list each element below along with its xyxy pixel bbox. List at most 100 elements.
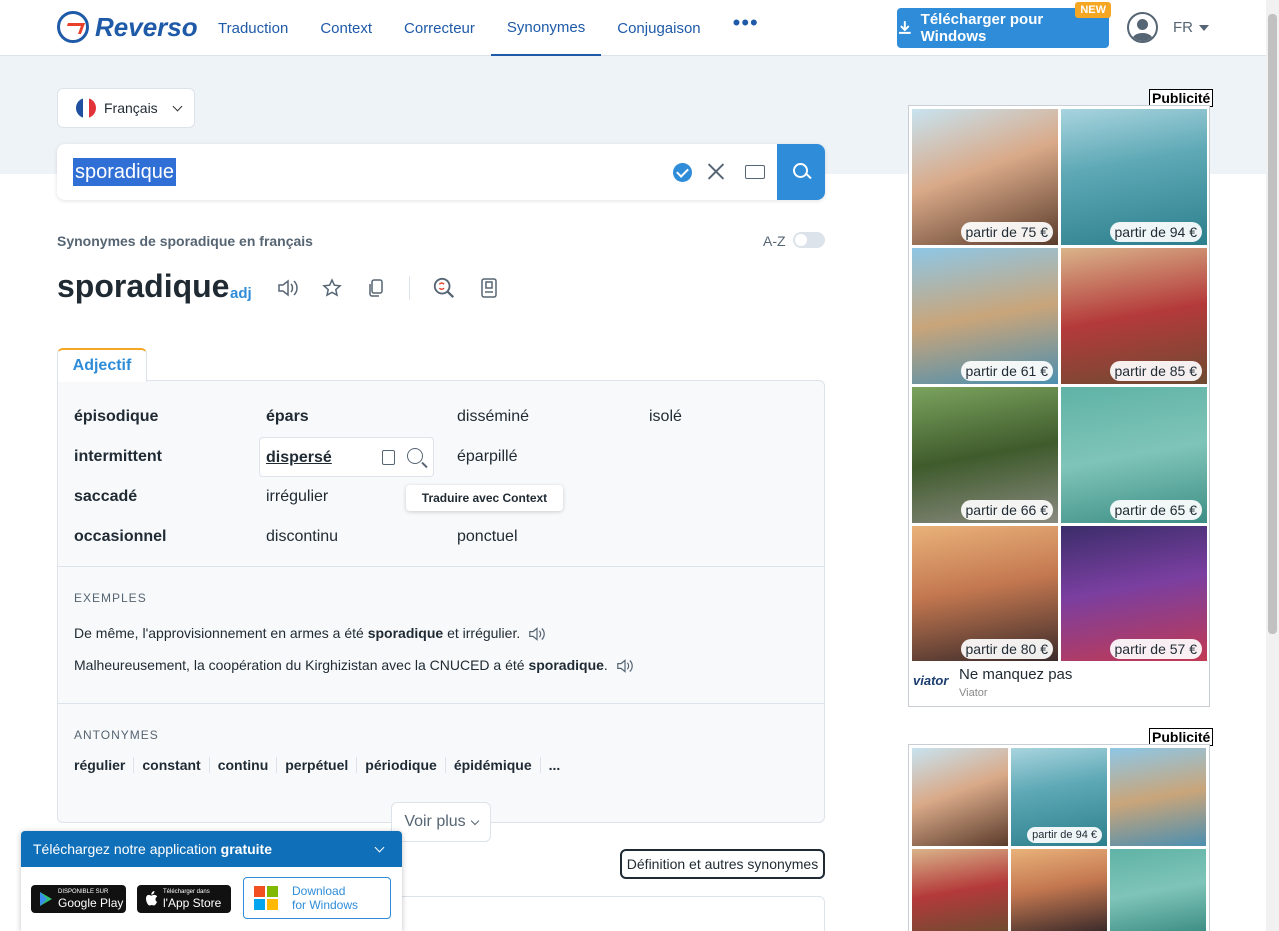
source-language-select[interactable]: Français <box>57 88 195 128</box>
ad-tile[interactable]: partir de 80 € <box>912 526 1058 662</box>
synonym-item[interactable]: irrégulier <box>266 488 328 506</box>
app-banner-title-bold: gratuite <box>220 841 273 857</box>
apple-icon <box>146 891 158 906</box>
ad-banner[interactable]: ▷✕ partir de 75 € partir de 94 € partir … <box>908 105 1210 707</box>
source-language-label: Français <box>104 100 158 116</box>
app-banner-header[interactable]: Téléchargez notre application gratuite <box>21 831 402 867</box>
context-search-icon[interactable] <box>432 276 456 300</box>
ad-price: partir de 65 € <box>1109 500 1202 520</box>
ad-tile[interactable]: partir de 94 € <box>1011 748 1107 846</box>
chevron-down-icon[interactable] <box>374 842 385 853</box>
app-banner-title: Téléchargez notre application <box>33 841 217 857</box>
nav-correcteur[interactable]: Correcteur <box>388 0 491 56</box>
chevron-down-icon <box>470 816 479 825</box>
search-button[interactable] <box>777 144 825 200</box>
nav-conjugaison[interactable]: Conjugaison <box>601 0 716 56</box>
voir-plus-label: Voir plus <box>404 813 466 830</box>
speaker-icon[interactable] <box>276 276 300 300</box>
nav-more-icon[interactable]: ••• <box>717 0 775 56</box>
app-store-button[interactable]: Télécharger dans l'App Store <box>137 885 231 913</box>
synonym-item[interactable]: saccadé <box>74 488 137 506</box>
antonym-more[interactable]: ... <box>539 757 569 773</box>
synonym-item[interactable]: épars <box>266 408 309 426</box>
reverso-logo[interactable]: Reverso <box>57 11 198 43</box>
part-of-speech[interactable]: adj <box>230 285 252 302</box>
next-section-card <box>395 896 825 931</box>
scrollbar-thumb[interactable] <box>1268 14 1277 634</box>
keyboard-icon[interactable] <box>745 165 765 179</box>
antonym-item[interactable]: perpétuel <box>276 757 356 773</box>
copy-icon[interactable] <box>382 450 395 465</box>
windows-line2: for Windows <box>292 898 359 912</box>
antonym-item[interactable]: périodique <box>356 757 445 773</box>
ad-tile[interactable] <box>1011 849 1107 931</box>
ad-brand: Viator <box>959 687 988 699</box>
definition-button[interactable]: Définition et autres synonymes <box>620 849 825 879</box>
ad-tile[interactable]: partir de 65 € <box>1061 387 1207 523</box>
synonym-item[interactable]: discontinu <box>266 528 338 546</box>
ad-tile[interactable] <box>1110 748 1206 846</box>
synonym-item[interactable]: disséminé <box>457 408 529 426</box>
divider <box>58 703 824 704</box>
clear-icon[interactable] <box>707 162 725 180</box>
google-play-button[interactable]: DISPONIBLE SUR Google Play <box>31 885 126 913</box>
az-sort-toggle[interactable] <box>793 232 825 248</box>
ad-tile[interactable]: partir de 57 € <box>1061 526 1207 662</box>
nav-traduction[interactable]: Traduction <box>202 0 304 56</box>
synonym-item[interactable]: dispersé <box>266 449 332 467</box>
download-windows-button[interactable]: Télécharger pour Windows NEW <box>897 2 1111 48</box>
ad-banner[interactable]: ▷✕ partir de 94 € <box>908 744 1210 931</box>
ad-tile[interactable] <box>1110 849 1206 931</box>
ad-tile[interactable]: partir de 66 € <box>912 387 1058 523</box>
context-tooltip: Traduire avec Context <box>406 485 563 511</box>
synonym-hover-card[interactable]: dispersé <box>259 437 434 477</box>
ad-price: partir de 61 € <box>960 361 1053 381</box>
google-play-icon <box>40 892 52 906</box>
voir-plus-button[interactable]: Voir plus <box>391 802 491 842</box>
context-search-icon[interactable] <box>407 448 423 464</box>
synonym-item[interactable]: isolé <box>649 408 682 426</box>
search-input[interactable]: sporadique <box>73 158 176 186</box>
example-highlight: sporadique <box>367 625 444 641</box>
ad-price: partir de 75 € <box>960 222 1053 242</box>
synonym-item[interactable]: intermittent <box>74 448 162 466</box>
dictionary-icon[interactable] <box>477 276 501 300</box>
synonym-item[interactable]: occasionnel <box>74 528 166 546</box>
synonym-item[interactable]: épisodique <box>74 408 158 426</box>
download-windows-app-button[interactable]: Download for Windows <box>243 877 391 919</box>
speaker-icon[interactable] <box>616 658 634 674</box>
ad-tile[interactable]: partir de 94 € <box>1061 109 1207 245</box>
divider <box>58 566 824 567</box>
antonym-item[interactable]: régulier <box>74 757 133 773</box>
interface-language-select[interactable]: FR <box>1173 19 1209 36</box>
nav-synonymes[interactable]: Synonymes <box>490 0 602 56</box>
synonym-item[interactable]: ponctuel <box>457 528 518 546</box>
copy-icon[interactable] <box>364 276 388 300</box>
user-account-icon[interactable] <box>1127 12 1158 43</box>
tab-adjectif[interactable]: Adjectif <box>57 348 147 382</box>
ad-footer[interactable]: viator Ne manquez pas Viator <box>909 661 1209 705</box>
ad-tile[interactable]: partir de 75 € <box>912 109 1058 245</box>
star-icon[interactable] <box>320 276 344 300</box>
antonym-item[interactable]: constant <box>133 757 208 773</box>
spellcheck-ok-icon <box>673 163 692 182</box>
speaker-icon[interactable] <box>528 626 546 642</box>
antonym-item[interactable]: continu <box>208 757 277 773</box>
example-sentence: De même, l'approvisionnement en armes a … <box>74 625 546 642</box>
nav-context[interactable]: Context <box>304 0 388 56</box>
ad-tile[interactable]: partir de 85 € <box>1061 248 1207 384</box>
reverso-logo-icon <box>57 11 89 43</box>
headword: sporadique <box>57 268 230 304</box>
main-nav: Traduction Context Correcteur Synonymes … <box>202 0 775 56</box>
viator-logo: viator <box>913 673 949 688</box>
vertical-scrollbar[interactable] <box>1266 0 1279 931</box>
example-text: . <box>603 657 608 673</box>
ad-price: partir de 80 € <box>960 639 1053 659</box>
ad-price: partir de 94 € <box>1109 222 1202 242</box>
ad-tile[interactable] <box>912 748 1008 846</box>
ad-tile[interactable] <box>912 849 1008 931</box>
synonym-item[interactable]: éparpillé <box>457 448 517 466</box>
ad-tile[interactable]: partir de 61 € <box>912 248 1058 384</box>
antonym-item[interactable]: épidémique <box>444 757 540 773</box>
example-sentence: Malheureusement, la coopération du Kirgh… <box>74 657 634 674</box>
